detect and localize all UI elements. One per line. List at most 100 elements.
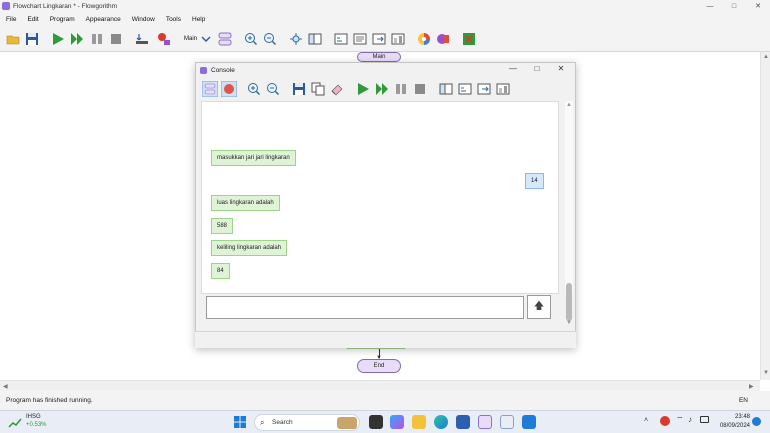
run-icon[interactable] [51,32,65,46]
source-code-icon[interactable] [353,32,367,46]
output-message: 588 [211,218,234,234]
arrow-up-icon: 🡅 [533,300,545,312]
scroll-left-arrow-icon[interactable]: ◀ [3,383,8,390]
console-variables-icon[interactable] [458,82,472,96]
save-icon[interactable] [25,32,39,46]
run-speed-icon[interactable] [135,32,149,46]
appearance-icon[interactable] [436,32,450,46]
console-title: Console [211,66,235,74]
console-body: masukkan jari jari lingkaran 14 luas lin… [201,101,573,396]
chevron-down-icon[interactable] [199,32,213,46]
eraser-icon[interactable] [330,82,344,96]
variable-watch-icon[interactable] [334,32,348,46]
window-title: Flowchart Lingkaran * - Flowgorithm [13,2,118,10]
zoom-in-icon[interactable] [244,32,258,46]
file-explorer-icon[interactable] [412,415,426,429]
layout-window-icon[interactable] [308,32,322,46]
open-folder-icon[interactable] [6,32,20,46]
stock-change: +0.53% [26,422,47,428]
console-input-field[interactable] [206,296,524,319]
minimize-button[interactable]: — [698,0,722,12]
pause-icon[interactable] [90,32,104,46]
console-run-icon[interactable] [356,82,370,96]
console-window-icon[interactable] [372,32,386,46]
send-button[interactable]: 🡅 [527,295,551,319]
antivirus-icon[interactable] [660,416,670,426]
stock-name: IHSG [26,414,41,420]
console-scroll-up-icon[interactable]: ▲ [566,102,572,108]
pinned-app-icon[interactable] [522,415,536,429]
menu-tools[interactable]: Tools [166,16,181,23]
canvas-vertical-scrollbar[interactable]: ▲ ▼ [760,52,770,380]
console-minimize-button[interactable]: — [501,64,525,73]
zoom-out-icon[interactable] [263,32,277,46]
stock-chart-icon[interactable] [8,416,22,428]
menu-file[interactable]: File [6,16,16,23]
console-chart-icon[interactable] [496,82,510,96]
scroll-right-arrow-icon[interactable]: ▶ [749,383,754,390]
taskbar: IHSG +0.53% ⌕ Search ˄ ⌔ ♪ 23:48 08/09/2… [0,410,770,433]
console-scrollbar[interactable]: ▲ ▼ [565,101,573,326]
search-highlight-image [337,417,357,429]
clock-date[interactable]: 08/09/2024 [714,423,750,429]
close-button[interactable]: ✕ [746,0,770,12]
console-close-button[interactable]: ✕ [549,64,573,73]
console-toolbar [196,77,577,101]
console-scroll-down-icon[interactable]: ▼ [566,320,572,326]
console-title-bar: Console — □ ✕ [196,63,577,77]
console-stop-icon[interactable] [413,82,427,96]
console-zoom-out-icon[interactable] [266,82,280,96]
console-window-controls: — □ ✕ [501,64,573,73]
console-output-area: masukkan jari jari lingkaran 14 luas lin… [201,101,559,294]
scroll-up-arrow-icon[interactable]: ▲ [763,54,769,60]
status-text: Program has finished running. [6,397,93,404]
main-start-terminal[interactable]: Main [357,52,401,62]
console-step-icon[interactable] [375,82,389,96]
status-bar: Program has finished running. EN [0,391,770,410]
flowgorithm-taskbar-icon[interactable] [478,415,492,429]
menu-bar: File Edit Program Appearance Window Tool… [0,12,770,26]
taskbar-search-box[interactable]: ⌕ Search [254,414,360,431]
chat-view-icon[interactable] [202,81,218,97]
menu-help[interactable]: Help [192,16,205,23]
manage-functions-icon[interactable] [218,32,232,46]
copilot-icon[interactable] [390,415,404,429]
volume-icon[interactable]: ♪ [688,415,692,424]
copy-icon[interactable] [311,82,325,96]
menu-window[interactable]: Window [132,16,155,23]
main-toolbar: Main [0,26,770,52]
menu-edit[interactable]: Edit [27,16,38,23]
store-icon[interactable] [456,415,470,429]
breakpoint-toggle-icon[interactable] [221,81,237,97]
windows-start-icon[interactable] [233,415,247,429]
scroll-down-arrow-icon[interactable]: ▼ [763,370,769,376]
console-save-icon[interactable] [292,82,306,96]
output-message: keliling lingkaran adalah [211,240,288,256]
battery-icon[interactable] [700,416,709,423]
exit-icon[interactable] [462,32,476,46]
window-controls: — □ ✕ [698,0,770,12]
console-pause-icon[interactable] [394,82,408,96]
task-view-icon[interactable] [369,415,383,429]
function-selector-label[interactable]: Main [184,36,197,42]
clock-time[interactable]: 23:48 [718,414,750,420]
color-scheme-icon[interactable] [417,32,431,46]
console-output-icon[interactable] [477,82,491,96]
stop-icon[interactable] [109,32,123,46]
console-maximize-button[interactable]: □ [525,64,549,73]
menu-program[interactable]: Program [50,16,75,23]
edge-browser-icon[interactable] [434,415,448,429]
wifi-icon[interactable]: ⌔ [676,415,684,425]
console-scroll-thumb[interactable] [566,283,572,321]
menu-appearance[interactable]: Appearance [86,16,121,23]
console-zoom-in-icon[interactable] [247,82,261,96]
maximize-button[interactable]: □ [722,0,746,12]
center-view-icon[interactable] [289,32,303,46]
pinned-app-icon[interactable] [500,415,514,429]
chevron-up-icon[interactable]: ˄ [644,417,648,424]
step-icon[interactable] [70,32,84,46]
breakpoint-icon[interactable] [157,32,171,46]
chart-window-icon[interactable] [391,32,405,46]
notification-icon[interactable] [752,417,761,426]
console-layout-icon[interactable] [439,82,453,96]
